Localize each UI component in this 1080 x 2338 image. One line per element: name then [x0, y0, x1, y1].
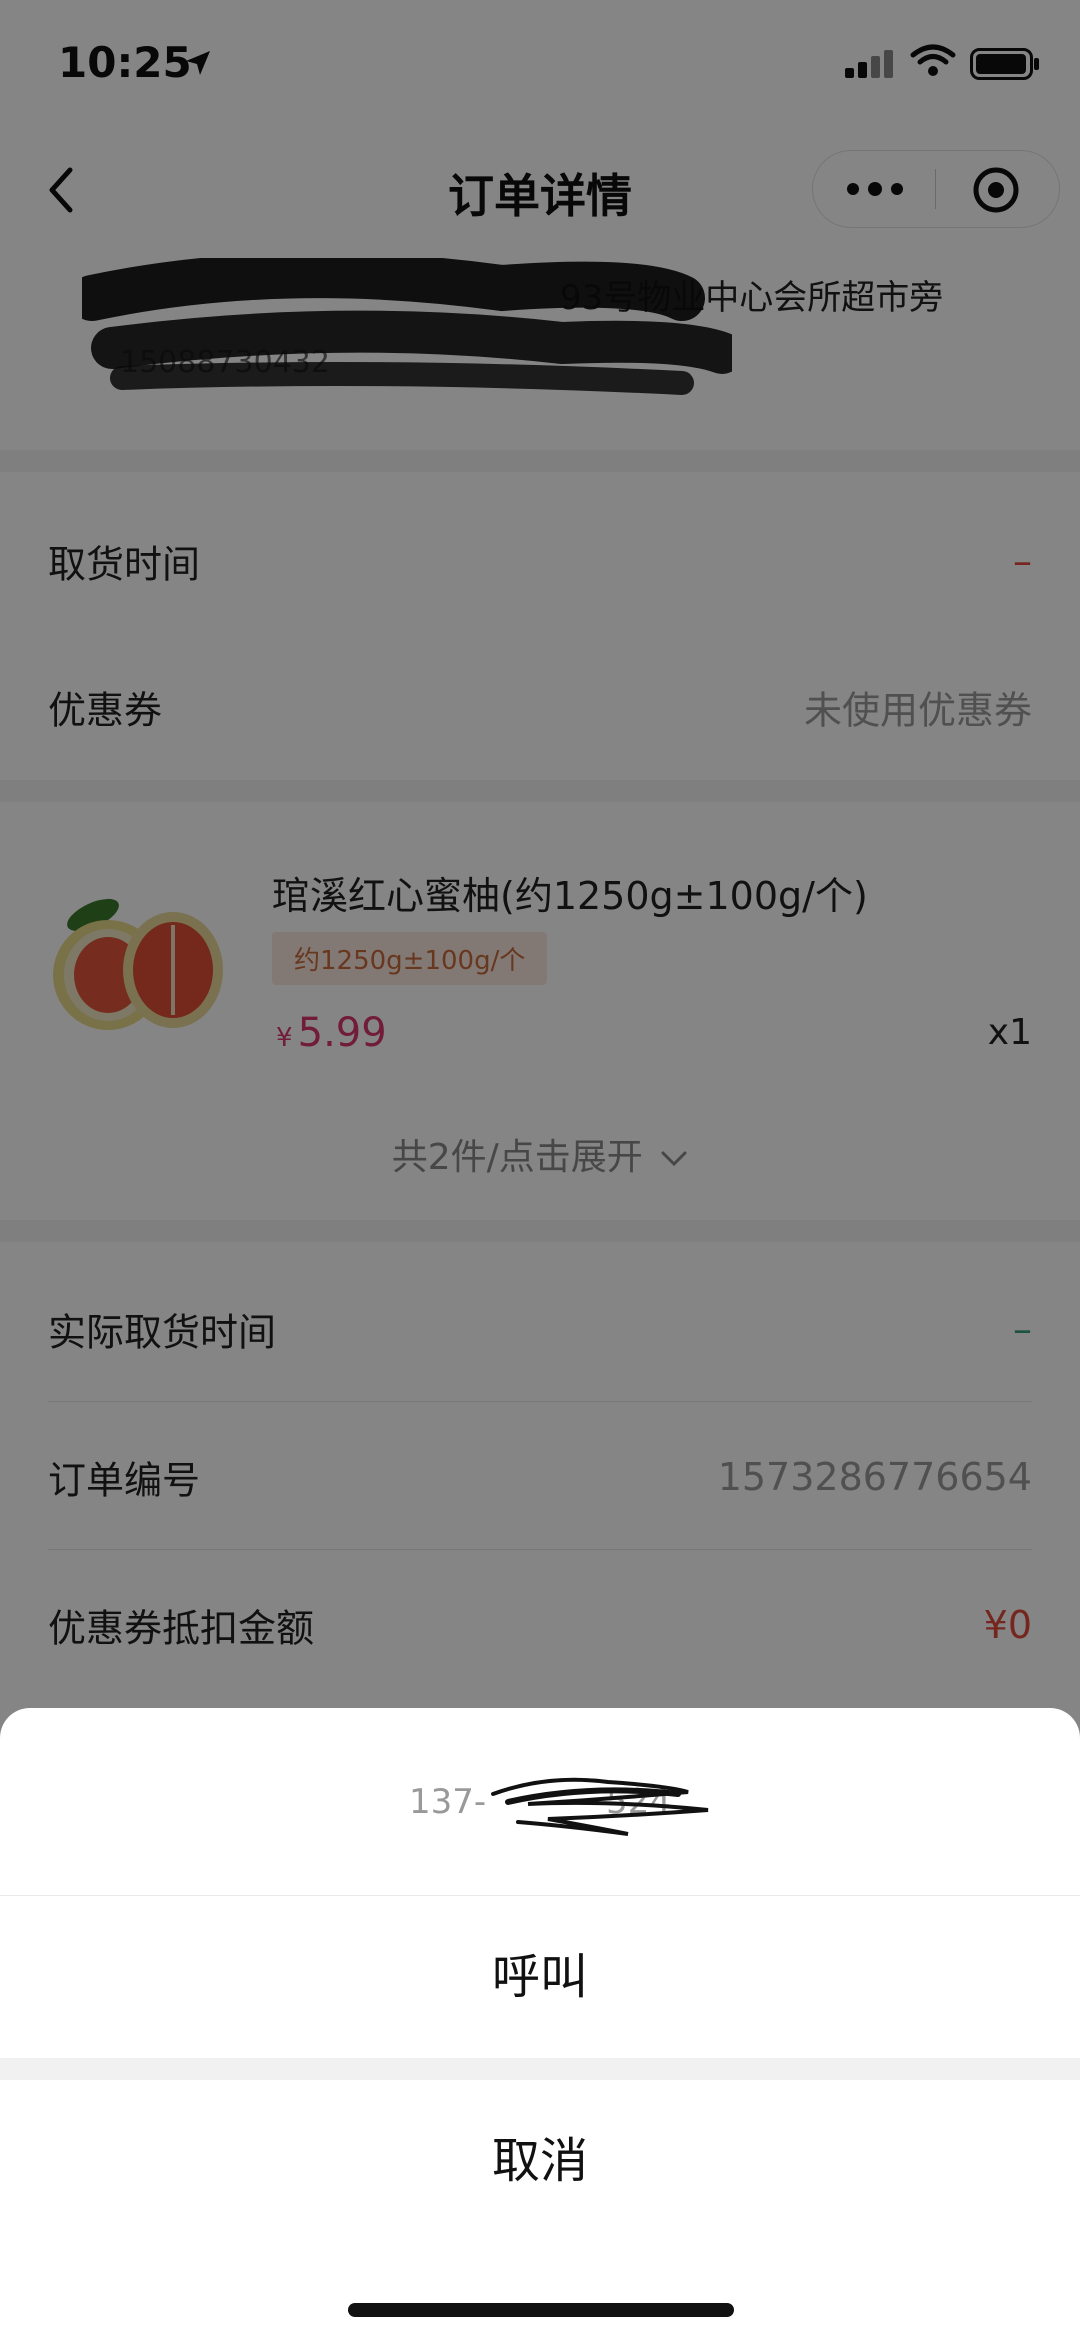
- call-button[interactable]: 呼叫: [0, 1896, 1080, 2058]
- phone-prefix: 137-: [408, 1782, 487, 1822]
- action-sheet-gap: [0, 2058, 1080, 2080]
- cancel-button[interactable]: 取消: [0, 2080, 1080, 2242]
- phone-redaction-scribble: [491, 1777, 709, 1836]
- order-detail-page: 10:25 订单详情 93号物业中心会所超市旁 15088730432 取货时间…: [0, 0, 1080, 2338]
- home-indicator: [348, 2303, 734, 2317]
- call-action-sheet: 137- 524 呼叫 取消: [0, 1708, 1080, 2338]
- action-sheet-title: 137- 524: [0, 1708, 1080, 1896]
